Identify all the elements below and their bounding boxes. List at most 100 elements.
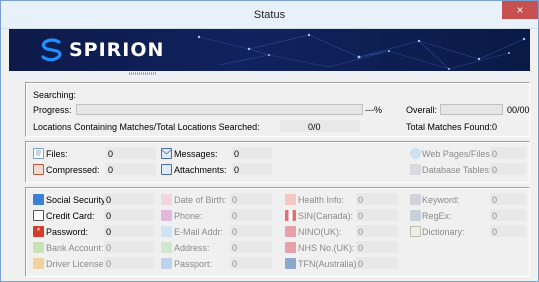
tfn-australia-value: 0 [358,259,364,269]
bank-icon [33,242,44,253]
splitter[interactable] [9,71,530,77]
health-icon [285,194,296,205]
regex-value: 0 [492,211,498,221]
locations-value: 0/0 [308,122,321,132]
date-of-birth-value: 0 [232,195,238,205]
credit-card-value: 0 [106,211,112,221]
attachments-label: Attachments: [174,165,227,175]
overall-value: 00/00 [507,105,530,115]
nino-uk-value: 0 [358,227,364,237]
total-matches-label: Total Matches Found: [406,122,493,132]
spirion-logo-mark-icon [41,38,62,62]
address-value: 0 [232,243,238,253]
passport-label: Passport: [174,259,213,269]
health-info-value: 0 [358,195,364,205]
files-value: 0 [108,149,114,159]
progress-label: Progress: [33,105,72,115]
social-security-value: 0 [106,195,112,205]
file-icon [33,148,44,159]
regex-label: RegEx: [422,211,452,221]
nhs-uk-value: 0 [358,243,364,253]
dictionary-value: 0 [492,227,498,237]
compressed-label: Compressed: [46,165,100,175]
data-types-panel: Social Security: 0 Credit Card: 0 * Pass… [25,187,530,277]
password-icon: * [33,226,44,237]
close-button[interactable]: × [502,1,538,19]
title-bar: Status × [1,1,538,29]
uk-flag-icon [285,226,296,237]
passport-value: 0 [232,259,238,269]
phone-icon [161,210,172,221]
overall-label: Overall: [406,105,438,115]
sin-canada-label: SIN(Canada): [298,211,354,221]
database-icon [410,164,421,175]
social-security-label: Social Security: [46,195,109,205]
total-matches-value: 0 [492,122,498,132]
tfn-australia-label: TFN(Australia): [298,259,360,269]
license-icon [33,258,44,269]
dictionary-label: Dictionary: [422,227,465,237]
calendar-icon [161,194,172,205]
spirion-logo: SPIRION [39,38,164,62]
driver-license-label: Driver License: [46,259,107,269]
password-label: Password: [46,227,89,237]
database-tables-value: 0 [492,165,498,175]
database-tables-label: Database Tables: [422,165,492,175]
email-icon [161,226,172,237]
keyword-icon [410,194,421,205]
attachments-value: 0 [234,165,240,175]
overall-progress-bar [440,104,503,115]
driver-license-value: 0 [106,259,112,269]
date-of-birth-label: Date of Birth: [174,195,227,205]
sin-canada-value: 0 [358,211,364,221]
phone-label: Phone: [174,211,203,221]
passport-icon [161,258,172,269]
archive-icon [33,164,44,175]
address-label: Address: [174,243,210,253]
messages-label: Messages: [174,149,218,159]
nhs-uk-label: NHS No.(UK): [298,243,355,253]
status-window: Status × SPIRION Searching: Progress: --… [0,0,539,282]
brand-banner: SPIRION [9,29,530,71]
email-label: E-Mail Addr: [174,227,224,237]
splitter-grip[interactable] [129,72,157,75]
files-value-box [106,147,156,159]
nino-uk-label: NINO(UK): [298,227,342,237]
dictionary-icon [410,226,421,237]
regex-icon [410,210,421,221]
driver-license-value-box [104,257,154,269]
social-security-value-box [104,193,154,205]
files-label: Files: [46,149,68,159]
locations-label: Locations Containing Matches/Total Locat… [33,122,260,132]
messages-value: 0 [234,149,240,159]
globe-icon [410,148,421,159]
compressed-value-box [106,163,156,175]
bank-account-label: Bank Account: [46,243,104,253]
password-value-box [104,225,154,237]
web-pages-label: Web Pages/Files: [422,149,493,159]
progress-panel: Searching: Progress: ---% Overall: 00/00… [25,82,530,137]
attachment-icon [161,164,172,175]
credit-card-value-box [104,209,154,221]
credit-card-label: Credit Card: [46,211,95,221]
keyword-label: Keyword: [422,195,460,205]
phone-value: 0 [232,211,238,221]
bank-account-value-box [104,241,154,253]
australia-flag-icon [285,258,296,269]
envelope-icon [161,148,172,159]
compressed-value: 0 [108,165,114,175]
password-value: 0 [106,227,112,237]
address-icon [161,242,172,253]
progress-bar [76,104,363,115]
canada-flag-icon [285,210,296,221]
keyword-value: 0 [492,195,498,205]
bank-account-value: 0 [106,243,112,253]
location-counts-panel: Files: 0 Messages: 0 Web Pages/Files: 0 … [25,141,530,183]
uk-flag-icon [285,242,296,253]
credit-card-icon [33,210,44,221]
window-title: Status [253,9,286,21]
web-pages-value: 0 [492,149,498,159]
brand-name: SPIRION [69,39,165,61]
email-value: 0 [232,227,238,237]
progress-percent: ---% [365,105,382,115]
